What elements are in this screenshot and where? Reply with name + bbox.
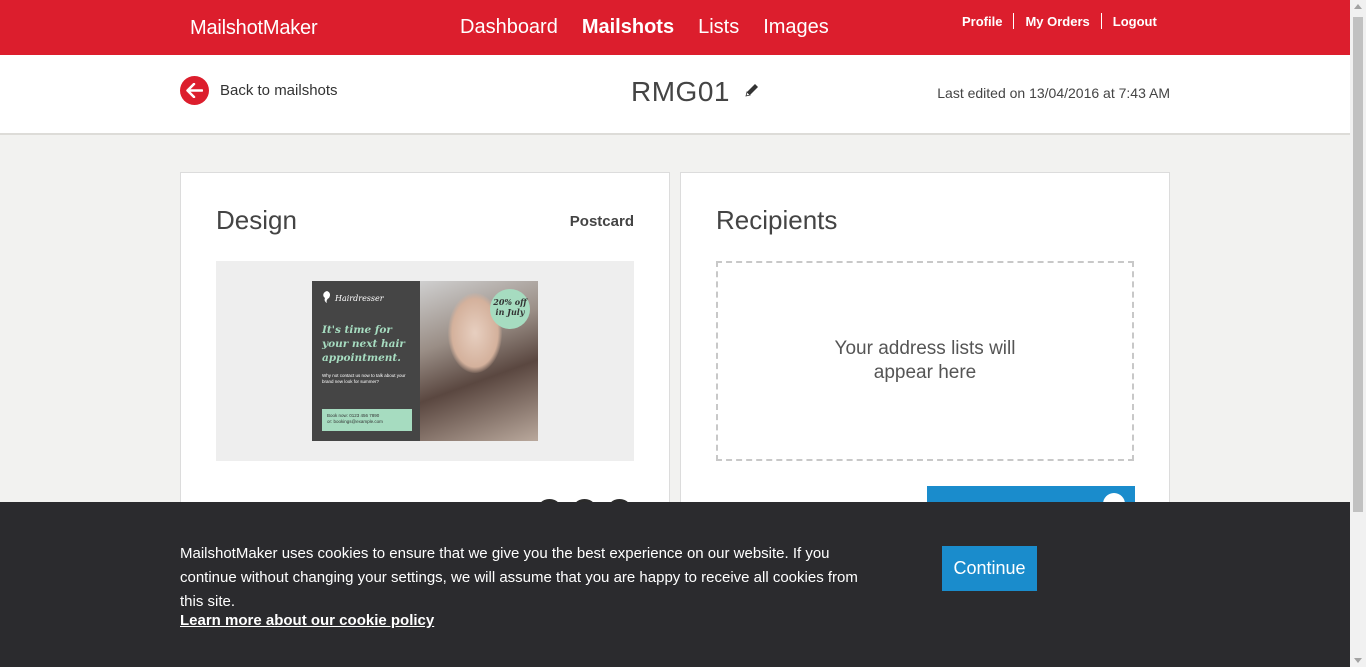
postcard-text-panel: Hairdresser It's time for your next hair… <box>312 281 420 441</box>
scrollbar[interactable] <box>1350 0 1366 667</box>
page-title: RMG01 <box>631 76 730 107</box>
postcard-brand: Hairdresser <box>322 291 410 305</box>
design-preview[interactable]: Hairdresser It's time for your next hair… <box>216 261 634 461</box>
postcard-body: Why not contact us now to talk about you… <box>322 373 406 384</box>
nav-lists[interactable]: Lists <box>698 16 739 39</box>
my-orders-link[interactable]: My Orders <box>1025 14 1089 29</box>
scrollbar-thumb[interactable] <box>1353 17 1363 512</box>
scroll-up-icon[interactable] <box>1354 4 1362 9</box>
brand-logo[interactable]: MailshotMaker <box>190 17 318 40</box>
logout-link[interactable]: Logout <box>1113 14 1157 29</box>
arrow-left-icon <box>180 76 209 105</box>
postcard-headline: It's time for your next hair appointment… <box>322 324 405 364</box>
nav-mailshots[interactable]: Mailshots <box>582 16 674 39</box>
cookie-policy-link[interactable]: Learn more about our cookie policy <box>180 612 434 629</box>
scroll-down-icon[interactable] <box>1354 658 1362 663</box>
nav-dashboard[interactable]: Dashboard <box>460 16 558 39</box>
main-nav: Dashboard Mailshots Lists Images <box>460 16 829 39</box>
cookie-message: MailshotMaker uses cookies to ensure tha… <box>180 545 858 610</box>
design-card: Design Postcard Hairdresser It's time fo… <box>180 172 670 526</box>
nav-divider <box>1100 13 1102 29</box>
profile-link[interactable]: Profile <box>962 14 1002 29</box>
mailshot-header: Back to mailshots RMG01 Last edited on 1… <box>0 55 1350 135</box>
address-list-placeholder: Your address lists will appear here <box>834 338 1016 383</box>
top-navigation-bar: MailshotMaker Dashboard Mailshots Lists … <box>0 0 1350 55</box>
design-type: Postcard <box>569 213 634 230</box>
nav-divider <box>1013 13 1015 29</box>
hairdresser-logo-icon <box>322 291 331 305</box>
design-heading: Design <box>216 205 297 235</box>
nav-images[interactable]: Images <box>763 16 829 39</box>
title-group: RMG01 <box>631 76 760 108</box>
pencil-icon[interactable] <box>744 82 760 103</box>
continue-button[interactable]: Continue <box>942 546 1037 591</box>
postcard-booking: Book now: 0123 456 7890 or: bookings@exa… <box>322 409 412 431</box>
postcard-booking-email: or: bookings@example.com <box>327 419 383 424</box>
address-list-dropzone: Your address lists will appear here <box>716 261 1134 461</box>
recipients-card: Recipients Your address lists will appea… <box>680 172 1170 526</box>
cookie-banner: MailshotMaker uses cookies to ensure tha… <box>0 502 1350 667</box>
user-nav: Profile My Orders Logout <box>962 13 1157 29</box>
postcard-brand-label: Hairdresser <box>335 293 384 303</box>
back-label: Back to mailshots <box>220 82 338 99</box>
back-to-mailshots-button[interactable]: Back to mailshots <box>180 76 338 105</box>
last-edited-text: Last edited on 13/04/2016 at 7:43 AM <box>937 85 1170 101</box>
postcard-photo: 20% off in July <box>420 281 538 441</box>
recipients-heading: Recipients <box>716 205 838 235</box>
postcard-offer-badge: 20% off in July <box>490 289 530 329</box>
postcard-thumbnail[interactable]: Hairdresser It's time for your next hair… <box>312 281 538 441</box>
